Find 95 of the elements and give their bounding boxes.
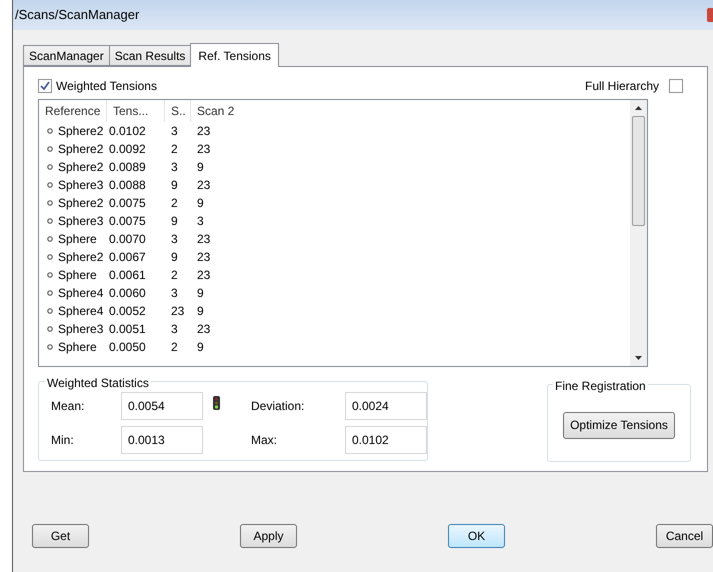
table-cell-text: 23 xyxy=(196,177,212,194)
traffic-light-icon xyxy=(213,396,220,410)
table-cell-text: 23 xyxy=(196,123,212,140)
node-icon xyxy=(47,308,53,314)
table-cell-text: 23 xyxy=(196,231,212,248)
field-label: Deviation: xyxy=(251,398,306,415)
node-icon xyxy=(47,146,53,152)
node-icon xyxy=(47,182,53,188)
table-cell-text: 3 xyxy=(196,213,205,230)
node-icon xyxy=(47,218,53,224)
table-cell-text: 0.0051 xyxy=(108,321,147,338)
table-cell-text: Sphere2 xyxy=(58,249,104,266)
table-cell-text: 23 xyxy=(196,141,212,158)
table-cell-text: Sphere4 xyxy=(58,285,104,302)
table-cell-text: Sphere xyxy=(58,231,97,248)
dialog-button[interactable]: Apply xyxy=(240,524,297,548)
value-field[interactable]: 0.0024 xyxy=(345,392,427,420)
table-cell-text: 3 xyxy=(170,321,179,338)
table-cell-text: 9 xyxy=(170,177,179,194)
table-cell-text: 9 xyxy=(196,195,205,212)
table-cell-text: 9 xyxy=(170,213,179,230)
value-field[interactable]: 0.0102 xyxy=(345,426,427,454)
table-cell-text: 23 xyxy=(196,249,212,266)
scrollbar[interactable] xyxy=(630,100,647,366)
column-header[interactable]: S.. xyxy=(165,100,191,122)
window-title: /Scans/ScanManager xyxy=(15,6,140,24)
table-cell-text: 2 xyxy=(170,141,179,158)
field-label: Max: xyxy=(251,432,278,449)
scroll-up-icon[interactable] xyxy=(635,106,642,110)
column-header[interactable]: Reference xyxy=(39,100,107,122)
value-field[interactable]: 0.0054 xyxy=(121,392,203,420)
checkbox-label: Full Hierarchy xyxy=(584,78,659,95)
table-cell-text: 0.0060 xyxy=(108,285,147,302)
dialog-button[interactable]: Cancel xyxy=(656,524,713,548)
node-icon xyxy=(47,200,53,206)
table-cell-text: 0.0070 xyxy=(108,231,147,248)
table-cell-text: 0.0061 xyxy=(108,267,147,284)
node-icon xyxy=(47,164,53,170)
table-cell-text: 9 xyxy=(196,339,205,356)
table-cell-text: 0.0092 xyxy=(108,141,147,158)
table-cell-text: 3 xyxy=(170,123,179,140)
table-cell-text: Sphere4 xyxy=(58,303,104,320)
table-cell-text: 9 xyxy=(170,249,179,266)
scroll-down-icon[interactable] xyxy=(635,356,642,360)
table-cell-text: 0.0089 xyxy=(108,159,147,176)
table-cell-text: 2 xyxy=(170,195,179,212)
table-cell-text: 0.0075 xyxy=(108,195,147,212)
tab[interactable]: Scan Results xyxy=(108,45,190,66)
checkbox-label: Weighted Tensions xyxy=(56,78,157,95)
table-cell-text: Sphere xyxy=(58,267,97,284)
dialog-button[interactable]: OK xyxy=(448,524,505,548)
column-header[interactable]: Scan 2 xyxy=(191,100,251,122)
table-cell-text: Sphere2 xyxy=(58,141,104,158)
table-cell-text: 0.0067 xyxy=(108,249,147,266)
tab[interactable]: Ref. Tensions xyxy=(190,43,279,67)
table-cell-text: 3 xyxy=(170,231,179,248)
table-cell-text: 0.0088 xyxy=(108,177,147,194)
dialog-button[interactable]: Get xyxy=(32,524,89,548)
node-icon xyxy=(47,254,53,260)
tab[interactable]: ScanManager xyxy=(23,45,109,66)
field-label: Mean: xyxy=(51,398,86,415)
node-icon xyxy=(47,326,53,332)
table-cell-text: Sphere3 xyxy=(58,177,104,194)
table-cell-text: Sphere xyxy=(58,339,97,356)
table-cell-text: 2 xyxy=(170,339,179,356)
table-cell-text: 23 xyxy=(196,321,212,338)
table-cell-text: 9 xyxy=(196,285,205,302)
table-cell-text: 2 xyxy=(170,267,179,284)
node-icon xyxy=(47,290,53,296)
table-cell-text: 3 xyxy=(170,159,179,176)
node-icon xyxy=(47,272,53,278)
table-cell-text: 0.0052 xyxy=(108,303,147,320)
node-icon xyxy=(47,344,53,350)
table-cell-text: Sphere3 xyxy=(58,321,104,338)
checkbox[interactable] xyxy=(38,79,52,93)
table-cell-text: 0.0050 xyxy=(108,339,147,356)
table-cell-text: 23 xyxy=(170,303,186,320)
table-cell-text: 3 xyxy=(170,285,179,302)
column-header[interactable]: Tens... xyxy=(107,100,165,122)
table-cell-text: Sphere2 xyxy=(58,123,104,140)
optimize-button[interactable]: Optimize Tensions xyxy=(563,412,675,438)
table-cell-text: Sphere2 xyxy=(58,195,104,212)
table-cell-text: 23 xyxy=(196,267,212,284)
table-cell-text: 0.0075 xyxy=(108,213,147,230)
table-cell-text: 0.0102 xyxy=(108,123,147,140)
table-cell-text: Sphere2 xyxy=(58,159,104,176)
scroll-thumb[interactable] xyxy=(632,116,645,226)
field-label: Min: xyxy=(51,432,75,449)
table-cell-text: 9 xyxy=(196,303,205,320)
table-cell-text: 9 xyxy=(196,159,205,176)
node-icon xyxy=(47,128,53,134)
node-icon xyxy=(47,236,53,242)
checkbox[interactable] xyxy=(669,79,683,93)
table-cell-text: Sphere3 xyxy=(58,213,104,230)
value-field[interactable]: 0.0013 xyxy=(121,426,203,454)
